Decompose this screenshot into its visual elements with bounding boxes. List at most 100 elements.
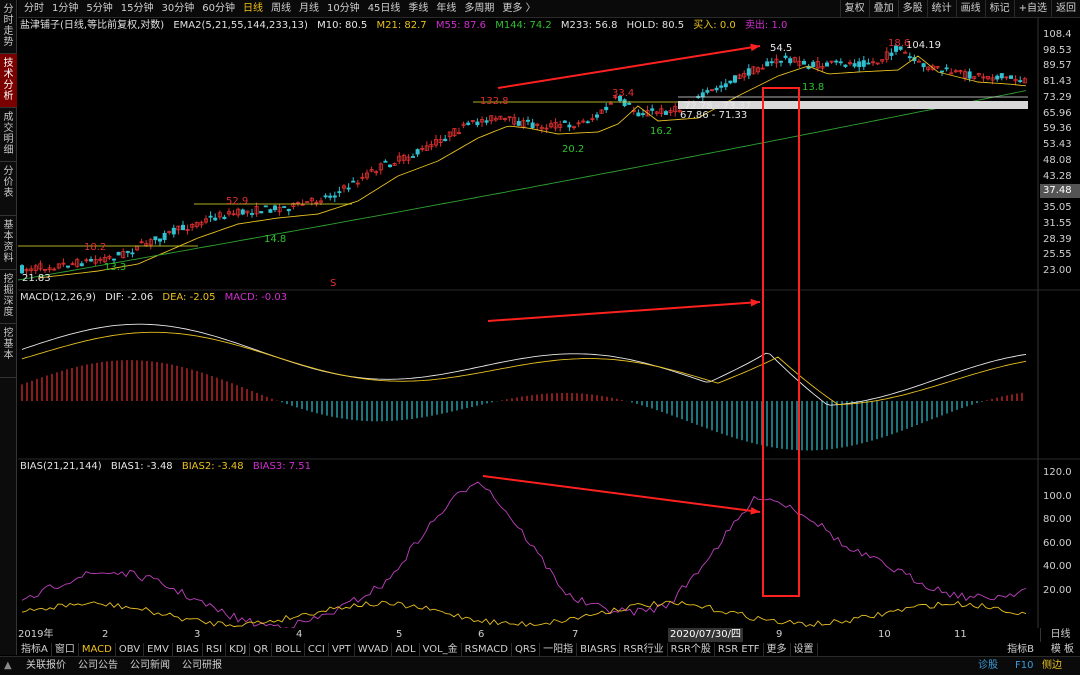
- period-10[interactable]: 45日线: [364, 0, 405, 18]
- expand-icon[interactable]: ▲: [4, 657, 12, 675]
- indicator-tab-6[interactable]: RSI: [203, 643, 227, 656]
- candle-body: [222, 216, 227, 220]
- research-button[interactable]: 公司研报: [182, 657, 222, 675]
- side-tab-technical[interactable]: 技术分析: [0, 54, 17, 108]
- candle-body: [387, 164, 392, 168]
- side-tab-price-table[interactable]: 分价表: [0, 162, 17, 216]
- side-tab-timeshare[interactable]: 分时走势: [0, 0, 17, 54]
- indicator-tab-21[interactable]: RSR ETF: [715, 643, 764, 656]
- chart-annotation: 33.4: [612, 88, 634, 99]
- indicator-tab-5[interactable]: BIAS: [173, 643, 203, 656]
- candle-body: [843, 64, 848, 67]
- candle-body: [622, 99, 627, 107]
- indicator-tab-2[interactable]: MACD: [79, 643, 116, 656]
- side-tab-transactions[interactable]: 成交明细: [0, 108, 17, 162]
- side-tabs: 分时走势 技术分析 成交明细 分价表 基本资料 挖掘深度 挖基本: [0, 0, 17, 655]
- candle-body: [530, 122, 535, 129]
- candle-body: [516, 120, 521, 126]
- candle-body: [733, 75, 738, 83]
- candle-body: [903, 51, 908, 54]
- indicator-tab-23[interactable]: 设置: [791, 643, 818, 656]
- period-4[interactable]: 30分钟: [157, 0, 198, 18]
- indicator-tab-22[interactable]: 更多: [764, 643, 791, 656]
- candle-body: [562, 120, 567, 123]
- indicator-tab-7[interactable]: KDJ: [226, 643, 251, 656]
- period-0[interactable]: 分时: [20, 0, 48, 18]
- news-button[interactable]: 公司新闻: [130, 657, 170, 675]
- candle-body: [272, 205, 277, 211]
- indicator-tab-14[interactable]: VOL_金: [420, 643, 462, 656]
- indicator-tab-12[interactable]: WVAD: [355, 643, 393, 656]
- period-1[interactable]: 1分钟: [48, 0, 82, 18]
- chart-annotation: 132.8: [480, 96, 509, 107]
- period-8[interactable]: 月线: [295, 0, 323, 18]
- sidebar-toggle-button[interactable]: 侧边: [1042, 657, 1062, 675]
- toolbar-5[interactable]: 标记: [984, 0, 1014, 18]
- period-3[interactable]: 15分钟: [117, 0, 158, 18]
- period-5[interactable]: 60分钟: [198, 0, 239, 18]
- chart-canvas[interactable]: 21.83 13.3 18.2 52.9 14.8 132.8 20.2 33.4 16.2 54…: [18, 18, 1080, 628]
- diagnose-button[interactable]: 诊股: [978, 657, 998, 675]
- period-12[interactable]: 年线: [432, 0, 460, 18]
- period-toolbar: 分时 1分钟 5分钟 15分钟 30分钟 60分钟 日线 周线 月线 10分钟 45日线 季线 年线 多周…: [18, 0, 1080, 18]
- candle-body: [130, 252, 135, 255]
- toolbar-6[interactable]: +自选: [1013, 0, 1051, 18]
- macd-dea: DEA: -2.05: [162, 292, 216, 303]
- indicator-tab-8[interactable]: QR: [250, 643, 273, 656]
- period-11[interactable]: 季线: [404, 0, 432, 18]
- bias-legend: BIAS(21,21,144) BIAS1: -3.48 BIAS2: -3.4…: [20, 460, 317, 473]
- toolbar-0[interactable]: 复权: [839, 0, 869, 18]
- candle-body: [268, 209, 273, 213]
- related-quotes-button[interactable]: 关联报价: [26, 657, 66, 675]
- candle-body: [825, 62, 830, 67]
- period-14[interactable]: 更多 〉: [498, 0, 539, 18]
- main-y-tick: 73.29: [1043, 91, 1072, 103]
- indicator-tab-15[interactable]: RSMACD: [462, 643, 512, 656]
- indicator-tab-11[interactable]: VPT: [329, 643, 355, 656]
- indicator-tab-3[interactable]: OBV: [116, 643, 145, 656]
- toolbar-4[interactable]: 画线: [955, 0, 985, 18]
- candle-body: [125, 251, 130, 253]
- side-tab-fundamentals[interactable]: 基本资料: [0, 216, 17, 270]
- toolbar-3[interactable]: 统计: [926, 0, 956, 18]
- candle-body: [967, 71, 972, 79]
- indicator-tab-4[interactable]: EMV: [144, 643, 173, 656]
- arrow-head: [750, 43, 760, 52]
- toolbar-7[interactable]: 返回: [1051, 0, 1080, 18]
- period-6[interactable]: 日线: [239, 0, 267, 18]
- template-button[interactable]: 模 板: [1051, 643, 1074, 656]
- candle-body: [153, 236, 158, 241]
- f10-button[interactable]: F10: [1015, 657, 1033, 675]
- main-y-tick: 98.53: [1043, 44, 1072, 56]
- period-9[interactable]: 10分钟: [323, 0, 364, 18]
- indicator-tab-0[interactable]: 指标A: [18, 643, 52, 656]
- side-tab-basic[interactable]: 挖基本: [0, 324, 17, 378]
- period-13[interactable]: 多周期: [460, 0, 498, 18]
- indicator-tab-10[interactable]: CCI: [305, 643, 329, 656]
- indicator-tab-17[interactable]: 一阳指: [540, 643, 578, 656]
- indicator-tab-19[interactable]: RSR行业: [620, 643, 668, 656]
- side-tab-deep[interactable]: 挖掘深度: [0, 270, 17, 324]
- period-7[interactable]: 周线: [267, 0, 295, 18]
- indicator-tab-18[interactable]: BIASRS: [577, 643, 621, 656]
- candle-body: [1018, 80, 1023, 82]
- indicator-tab-1[interactable]: 窗口: [52, 643, 79, 656]
- period-2[interactable]: 5分钟: [82, 0, 116, 18]
- indicator-tab-9[interactable]: BOLL: [272, 643, 305, 656]
- candle-body: [249, 213, 254, 215]
- candle-body: [332, 195, 337, 198]
- candle-body: [213, 217, 218, 221]
- toolbar-1[interactable]: 叠加: [868, 0, 898, 18]
- candle-body: [641, 113, 646, 116]
- toolbar-2[interactable]: 多股: [897, 0, 927, 18]
- x-tick: 9: [776, 629, 783, 640]
- indicator-tab-16[interactable]: QRS: [512, 643, 541, 656]
- candle-body: [328, 195, 333, 198]
- x-tick: 6: [478, 629, 485, 640]
- indicator-b-button[interactable]: 指标B: [1007, 643, 1034, 656]
- candle-body: [259, 211, 264, 214]
- indicator-tab-13[interactable]: ADL: [392, 643, 420, 656]
- candle-body: [525, 119, 530, 122]
- announcements-button[interactable]: 公司公告: [78, 657, 118, 675]
- indicator-tab-20[interactable]: RSR个股: [668, 643, 715, 656]
